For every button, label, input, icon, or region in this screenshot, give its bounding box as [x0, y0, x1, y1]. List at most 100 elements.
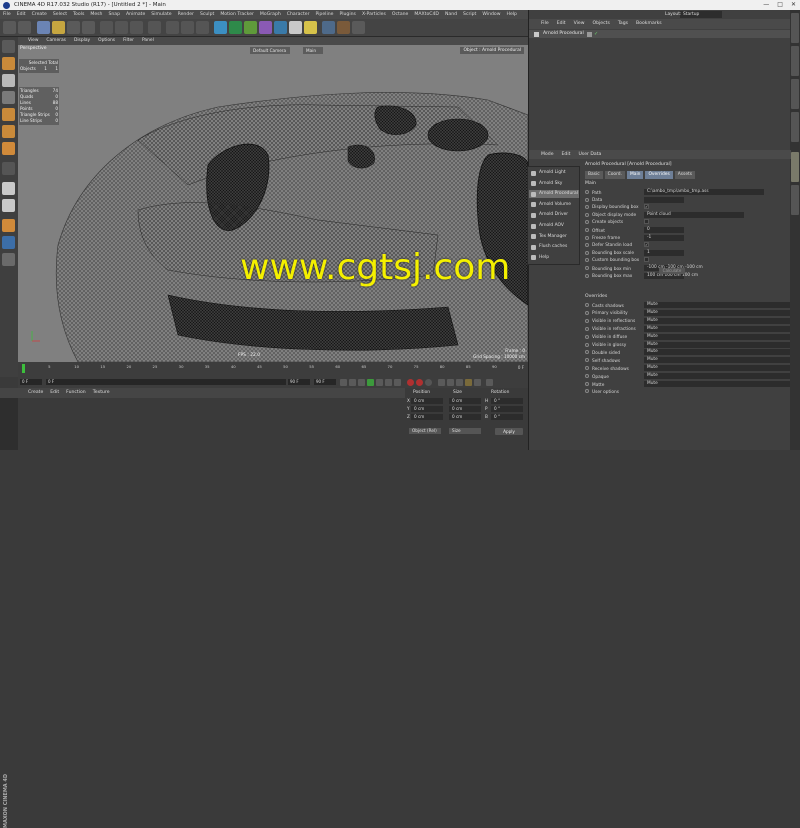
arnold-menu-item[interactable]: Arnold Sky: [529, 180, 579, 188]
render-settings-icon[interactable]: [196, 21, 209, 34]
animate-dot-icon[interactable]: [585, 374, 589, 379]
arnold-menu-item[interactable]: Arnold AOV: [529, 222, 579, 230]
timeline-playhead[interactable]: [22, 364, 25, 373]
arnold-menu-item[interactable]: Arnold Procedural: [529, 190, 579, 199]
axis-mode-icon[interactable]: [2, 162, 15, 175]
arnold-render-icon[interactable]: [322, 21, 335, 34]
menu-octane[interactable]: Octane: [392, 10, 409, 19]
attribute-row[interactable]: Freeze frame -1: [585, 234, 684, 242]
size-field[interactable]: 0 cm: [449, 406, 481, 412]
arnold-menu-item[interactable]: Arnold Light: [529, 169, 579, 177]
attribute-menu-mode[interactable]: Mode: [541, 150, 554, 159]
minimize-button[interactable]: —: [763, 0, 769, 10]
attribute-value[interactable]: [644, 257, 649, 263]
attribute-row[interactable]: Data: [585, 196, 684, 204]
objects-side-tab[interactable]: [791, 13, 799, 43]
x-particles-icon[interactable]: [337, 21, 350, 34]
override-row[interactable]: Primary visibility Mute: [585, 309, 790, 317]
size-field[interactable]: 0 cm: [449, 398, 481, 404]
enabled-check-icon[interactable]: ✓: [594, 30, 598, 38]
menu-window[interactable]: Window: [482, 10, 500, 19]
arnold-menu-item[interactable]: Flush caches: [529, 243, 579, 251]
structure-side-tab[interactable]: [791, 112, 799, 142]
menu-script[interactable]: Script: [463, 10, 476, 19]
attribute-value[interactable]: 0: [644, 227, 684, 233]
menu-x-particles[interactable]: X-Particles: [362, 10, 386, 19]
override-dropdown[interactable]: Mute: [644, 357, 790, 364]
timeline-window-icon[interactable]: [486, 379, 493, 386]
undo-icon[interactable]: [3, 21, 16, 34]
override-dropdown[interactable]: Mute: [644, 325, 790, 332]
animate-dot-icon[interactable]: [585, 250, 589, 255]
arnold-menu-item[interactable]: Help: [529, 254, 579, 262]
override-dropdown[interactable]: Mute: [644, 365, 790, 372]
animate-dot-icon[interactable]: [585, 303, 589, 307]
coordinate-system-icon[interactable]: [148, 21, 161, 34]
start-frame-field[interactable]: 0 F: [20, 379, 42, 385]
camera-dropdown[interactable]: Default Camera: [250, 47, 290, 54]
animate-dot-icon[interactable]: [585, 310, 589, 315]
viewport-menu-view[interactable]: View: [28, 37, 38, 45]
position-key-icon[interactable]: [438, 379, 445, 386]
override-dropdown[interactable]: Mute: [644, 373, 790, 380]
model-mode-icon[interactable]: [2, 57, 15, 70]
edges-mode-icon[interactable]: [2, 125, 15, 138]
attribute-row[interactable]: Custom bounding box: [585, 257, 649, 264]
attribute-value[interactable]: [644, 196, 684, 203]
array-icon[interactable]: [244, 21, 257, 34]
size-mode-dropdown[interactable]: Size: [449, 428, 481, 434]
previous-key-icon[interactable]: [349, 379, 356, 386]
next-frame-icon[interactable]: [376, 379, 383, 386]
override-dropdown[interactable]: Mute: [644, 333, 790, 340]
animate-dot-icon[interactable]: [585, 273, 589, 278]
override-dropdown[interactable]: Mute: [644, 349, 790, 356]
snap-icon[interactable]: [2, 182, 15, 195]
material-manager-area[interactable]: [18, 398, 405, 450]
render-picture-viewer-icon[interactable]: [181, 21, 194, 34]
subdivision-icon[interactable]: [229, 21, 242, 34]
point-level-key-icon[interactable]: [474, 379, 481, 386]
octane-icon[interactable]: [352, 21, 365, 34]
override-row[interactable]: Visible in refractions Mute: [585, 325, 790, 333]
attribute-row[interactable]: Display bounding box ✓: [585, 204, 649, 211]
maximize-button[interactable]: □: [777, 0, 783, 10]
tab-basic[interactable]: Basic: [585, 171, 603, 179]
animate-dot-icon[interactable]: [585, 350, 589, 355]
redo-icon[interactable]: [18, 21, 31, 34]
layers-side-tab[interactable]: [791, 185, 799, 215]
override-row[interactable]: Self shadows Mute: [585, 357, 790, 364]
camera-icon[interactable]: [289, 21, 302, 34]
size-field[interactable]: 0 cm: [449, 414, 481, 420]
menu-mesh[interactable]: Mesh: [90, 10, 102, 19]
attribute-value[interactable]: 1: [644, 249, 684, 256]
rotation-key-icon[interactable]: [456, 379, 463, 386]
grid-icon[interactable]: [2, 253, 15, 266]
animate-dot-icon[interactable]: [585, 242, 589, 247]
object-menu-objects[interactable]: Objects: [593, 19, 610, 29]
menu-simulate[interactable]: Simulate: [151, 10, 171, 19]
animate-dot-icon[interactable]: [585, 334, 589, 339]
live-selection-icon[interactable]: [37, 21, 50, 34]
tab-main[interactable]: Main: [626, 171, 644, 179]
animate-dot-icon[interactable]: [585, 326, 589, 331]
menu-render[interactable]: Render: [178, 10, 194, 19]
object-menu-bookmarks[interactable]: Bookmarks: [636, 19, 662, 29]
material-menu-function[interactable]: Function: [66, 388, 86, 398]
timeline[interactable]: 051015202530354045505560657075808590 0 F: [18, 362, 528, 376]
go-to-end-icon[interactable]: [394, 379, 401, 386]
max-frame-field[interactable]: 90 F: [314, 379, 336, 385]
scene-icon[interactable]: [274, 21, 287, 34]
attribute-row[interactable]: Offset 0: [585, 227, 684, 234]
end-frame-field[interactable]: 90 F: [288, 379, 310, 385]
animate-dot-icon[interactable]: [585, 257, 589, 262]
takes-side-tab[interactable]: [791, 46, 799, 76]
viewport-menu-filter[interactable]: Filter: [123, 37, 134, 45]
record-icon[interactable]: [407, 379, 414, 386]
attribute-row[interactable]: Object display mode Point cloud: [585, 211, 744, 219]
menu-edit[interactable]: Edit: [17, 10, 26, 19]
viewport[interactable]: Perspective Default Camera Main Object :…: [18, 45, 528, 362]
menu-mograph[interactable]: MoGraph: [260, 10, 281, 19]
menu-help[interactable]: Help: [506, 10, 516, 19]
object-menu-file[interactable]: File: [541, 19, 549, 29]
attribute-value[interactable]: Point cloud: [644, 211, 744, 218]
